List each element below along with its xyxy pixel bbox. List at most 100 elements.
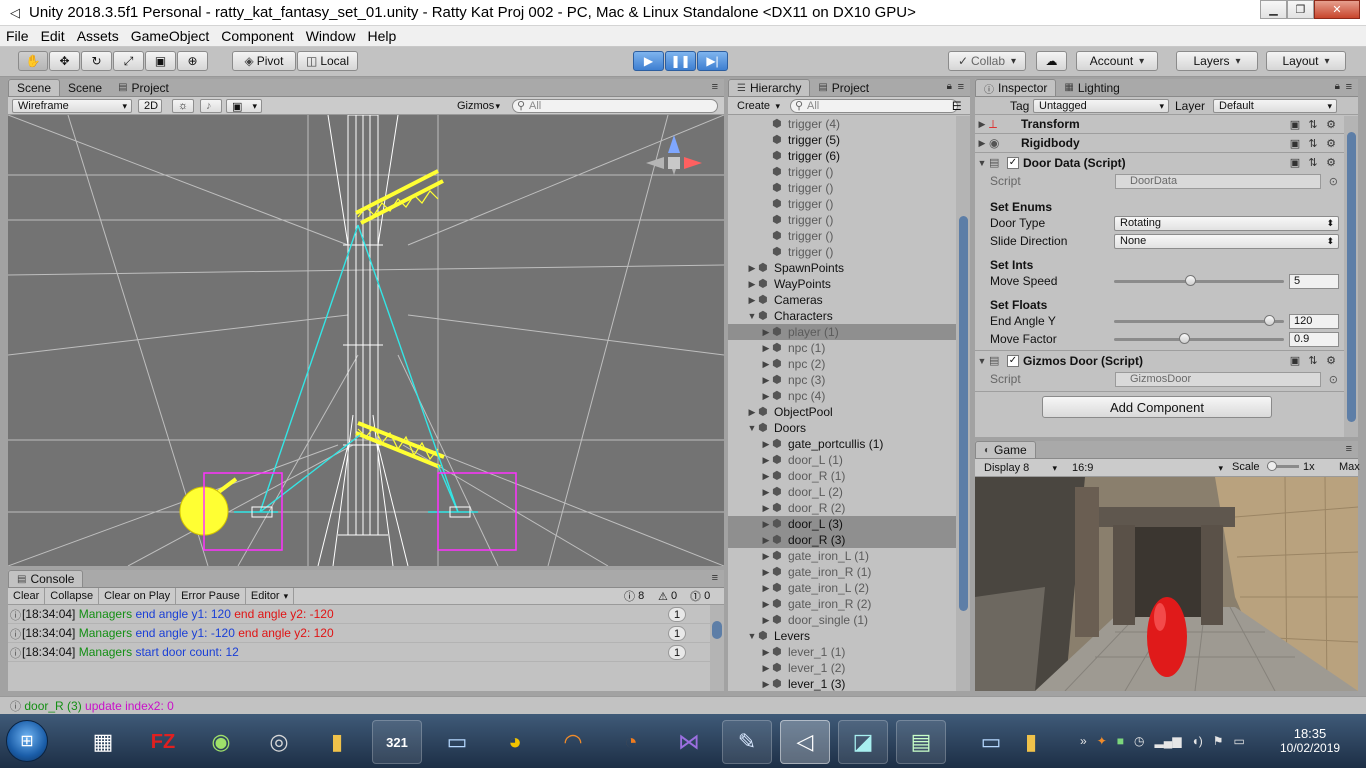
scene-orientation-gizmo[interactable]: [646, 135, 702, 175]
taskbar-computer[interactable]: ▭: [432, 720, 482, 764]
gear-icon[interactable]: ⚙: [1322, 354, 1340, 367]
move-factor-input[interactable]: 0.9: [1289, 331, 1339, 347]
gizmos-door-component-header[interactable]: ▼ ▤ ✓ Gizmos Door (Script) ▣ ⇅ ⚙: [975, 351, 1344, 370]
scrollbar-thumb[interactable]: [1347, 132, 1356, 422]
taskbar-notes[interactable]: ◪: [838, 720, 888, 764]
hierarchy-item[interactable]: ▶ ⬢ WayPoints: [728, 276, 956, 292]
effects-dropdown[interactable]: ▣: [226, 99, 262, 113]
hierarchy-item[interactable]: ▶ ⬢ gate_iron_L (1): [728, 548, 956, 564]
preset-icon[interactable]: ⇅: [1304, 137, 1322, 150]
expand-arrow-icon[interactable]: ▶: [760, 567, 772, 578]
lock-icon[interactable]: 🔒︎: [947, 81, 952, 92]
gizmos-dropdown[interactable]: Gizmos: [452, 99, 504, 113]
hierarchy-item[interactable]: ▶ ⬢ npc (1): [728, 340, 956, 356]
menu-assets[interactable]: Assets: [71, 28, 125, 44]
move-tool-button[interactable]: ✥: [49, 51, 80, 71]
transform-tool-button[interactable]: ⊕: [177, 51, 208, 71]
hierarchy-item[interactable]: ▶ ⬢ door_R (2): [728, 500, 956, 516]
log-row[interactable]: ⓘ [18:34:04] Managers start door count: …: [8, 643, 710, 662]
preset-icon[interactable]: ⇅: [1304, 156, 1322, 169]
hand-tool-button[interactable]: ✋: [18, 51, 48, 71]
volume-icon[interactable]: ◖): [1191, 734, 1202, 748]
hierarchy-scrollbar[interactable]: [956, 116, 970, 691]
tab-lighting[interactable]: ▦ Lighting: [1056, 79, 1128, 96]
slider-knob[interactable]: [1264, 315, 1276, 326]
taskbar-audio-app[interactable]: ◠: [548, 720, 598, 764]
step-button[interactable]: ▶|: [697, 51, 728, 71]
gizmos-door-enabled-checkbox[interactable]: ✓: [1007, 354, 1019, 367]
menu-help[interactable]: Help: [361, 28, 402, 44]
hierarchy-item[interactable]: ▶ ⬢ gate_portcullis (1): [728, 436, 956, 452]
layout-dropdown[interactable]: Layout: [1266, 51, 1346, 71]
hierarchy-item[interactable]: ▶ ⬢ gate_iron_R (2): [728, 596, 956, 612]
expand-arrow-icon[interactable]: ▶: [760, 455, 772, 466]
taskbar-unity[interactable]: ◁: [780, 720, 830, 764]
clear-button[interactable]: Clear: [8, 588, 46, 604]
tab-project[interactable]: ▤ Project: [110, 79, 177, 96]
start-button[interactable]: ⊞: [6, 720, 48, 762]
help-icon[interactable]: ▣: [1286, 156, 1304, 169]
display-dropdown[interactable]: Display 8: [979, 461, 1061, 475]
expand-arrow-icon[interactable]: ▶: [760, 519, 772, 530]
hierarchy-item[interactable]: ▶ ⬢ npc (2): [728, 356, 956, 372]
hierarchy-item[interactable]: ⬢ trigger (): [728, 196, 956, 212]
tray-shield-icon[interactable]: ■: [1117, 734, 1124, 748]
preset-icon[interactable]: ⇅: [1304, 354, 1322, 367]
pause-button[interactable]: ❚❚: [665, 51, 696, 71]
expand-arrow-icon[interactable]: ▼: [746, 631, 758, 641]
taskbar-terminal[interactable]: ▤: [896, 720, 946, 764]
tray-clock-icon[interactable]: ◷: [1134, 734, 1144, 748]
menu-window[interactable]: Window: [300, 28, 362, 44]
rotate-tool-button[interactable]: ↻: [81, 51, 112, 71]
expand-arrow-icon[interactable]: ▶: [760, 359, 772, 370]
tab-scene[interactable]: Scene: [8, 79, 61, 96]
menu-component[interactable]: Component: [215, 28, 299, 44]
menu-edit[interactable]: Edit: [35, 28, 71, 44]
tab-console[interactable]: ▤ Console: [8, 570, 84, 587]
network-icon[interactable]: ▂▄▆: [1154, 734, 1181, 748]
expand-arrow-icon[interactable]: ▶: [760, 679, 772, 690]
tab-inspector[interactable]: ⓘ Inspector: [975, 79, 1057, 96]
taskbar-folder[interactable]: ▮: [1006, 720, 1056, 764]
door-type-dropdown[interactable]: Rotating: [1114, 215, 1339, 231]
expand-arrow-icon[interactable]: ▼: [746, 423, 758, 433]
expand-arrow-icon[interactable]: ▶: [746, 407, 758, 418]
expand-arrow-icon[interactable]: ▶: [760, 375, 772, 386]
panel-menu-icon[interactable]: ≡: [1346, 443, 1352, 455]
inspector-scrollbar[interactable]: [1344, 116, 1358, 437]
scrollbar-thumb[interactable]: [712, 621, 722, 639]
gizmos-door-script-field[interactable]: GizmosDoor: [1115, 371, 1338, 387]
expand-arrow-icon[interactable]: ▶: [760, 615, 772, 626]
audio-toggle[interactable]: ♪: [200, 99, 222, 113]
lighting-toggle[interactable]: ☼: [172, 99, 194, 113]
hierarchy-item[interactable]: ⬢ trigger (): [728, 164, 956, 180]
collab-dropdown[interactable]: ✓ Collab: [948, 51, 1026, 71]
gear-icon[interactable]: ⚙: [1322, 156, 1340, 169]
tray-monitor-icon[interactable]: ▭: [1233, 734, 1244, 748]
editor-dropdown[interactable]: Editor: [246, 588, 295, 604]
end-angle-slider[interactable]: [1114, 313, 1284, 329]
hierarchy-item[interactable]: ⬢ trigger (): [728, 180, 956, 196]
expand-arrow-icon[interactable]: ▶: [760, 487, 772, 498]
close-button[interactable]: ✕: [1314, 0, 1360, 19]
hierarchy-item[interactable]: ▼ ⬢ Levers: [728, 628, 956, 644]
slide-direction-dropdown[interactable]: None: [1114, 233, 1339, 249]
hierarchy-item[interactable]: ▶ ⬢ lever_1 (1): [728, 644, 956, 660]
hierarchy-item[interactable]: ⬢ trigger (): [728, 244, 956, 260]
layer-dropdown[interactable]: Default: [1213, 99, 1337, 113]
game-viewport[interactable]: [975, 477, 1358, 691]
scale-tool-button[interactable]: ⤢: [113, 51, 144, 71]
taskbar-calculator[interactable]: ▦: [78, 720, 128, 764]
rect-tool-button[interactable]: ▣: [145, 51, 176, 71]
hierarchy-item[interactable]: ▶ ⬢ lever_1 (3): [728, 676, 956, 691]
menu-gameobject[interactable]: GameObject: [125, 28, 216, 44]
taskbar-filezilla[interactable]: FZ: [138, 720, 188, 764]
taskbar-app-disc[interactable]: ◎: [254, 720, 304, 764]
scene-viewport[interactable]: [8, 115, 724, 566]
slider-knob[interactable]: [1179, 333, 1191, 344]
panel-menu-icon[interactable]: ≡: [958, 81, 964, 93]
gear-icon[interactable]: ⚙: [1322, 137, 1340, 150]
preset-icon[interactable]: ⇅: [1304, 118, 1322, 131]
gear-icon[interactable]: ⚙: [1322, 118, 1340, 131]
panel-menu-icon[interactable]: ≡: [712, 81, 718, 93]
